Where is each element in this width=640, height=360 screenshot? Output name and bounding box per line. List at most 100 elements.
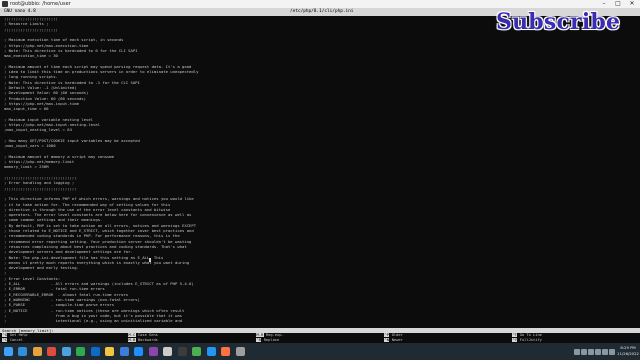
editor-line: ; it to take action for. The recommended… xyxy=(4,202,171,207)
terminal-icon xyxy=(2,1,8,7)
editor-line: ;max_input_vars = 1000 xyxy=(4,144,56,149)
shortcut-item[interactable]: ^R Replace xyxy=(256,338,279,342)
editor-line: ; Default Value: -1 (Unlimited) xyxy=(4,85,77,90)
shortcut-key: M-R xyxy=(256,333,264,337)
editor-line: ; E_NOTICE - run-time notices (these are… xyxy=(4,308,185,313)
editor-line: ; E_WARNING - run-time warnings (non-fat… xyxy=(4,297,140,302)
system-tray-icon[interactable] xyxy=(602,349,608,355)
editor-text-area[interactable]: ;;;;;;;;;;;;;;;;;;;;;;;; Resource Limits… xyxy=(0,17,640,328)
shortcut-key: ^P xyxy=(384,333,390,337)
taskbar-app-icon[interactable] xyxy=(18,347,27,356)
window-title-bar: root@ubbio: /home/user – □ ✕ xyxy=(0,0,640,8)
editor-line: ;;;;;;;;;;;;;;;;;;;;;;;;;;;;;;; xyxy=(4,186,77,191)
editor-line: ;;;;;;;;;;;;;;;;;;;;;;;;;;;;;;; xyxy=(4,176,77,180)
minimize-button[interactable]: – xyxy=(598,0,610,8)
maximize-button[interactable]: □ xyxy=(612,0,624,8)
open-file-name: /etc/php/8.1/cli/php.ini xyxy=(290,9,354,14)
editor-line: ; Maximum amount of memory a script may … xyxy=(4,154,115,159)
editor-line: ; Note: This directive is hardcoded to 0… xyxy=(4,48,138,53)
editor-line: ; xyxy=(4,271,7,276)
system-tray-icon[interactable] xyxy=(609,349,615,355)
taskbar-app-icon[interactable] xyxy=(76,347,85,356)
taskbar-app-icon[interactable] xyxy=(148,347,158,356)
shortcut-key: ^Y xyxy=(512,338,518,342)
system-tray-icon[interactable] xyxy=(588,349,594,355)
shortcut-label: Backwards xyxy=(137,338,158,342)
editor-line: ; https://php.net/max-input-time xyxy=(4,101,79,106)
editor-line: ; development servers and development se… xyxy=(4,250,133,255)
nano-version: GNU nano 4.8 xyxy=(4,9,36,14)
editor-line: ; https://php.net/memory-limit xyxy=(4,160,75,165)
shortcut-key: ^C xyxy=(2,338,8,342)
taskbar-app-icon[interactable] xyxy=(61,347,71,356)
taskbar-app-icon[interactable] xyxy=(134,347,143,356)
system-tray-icon[interactable] xyxy=(574,349,580,355)
taskbar-app-icon[interactable] xyxy=(221,347,230,356)
editor-line: ; some common settings and their meaning… xyxy=(4,218,103,223)
taskbar-app-icon[interactable] xyxy=(206,347,216,356)
taskbar-app-icon[interactable] xyxy=(177,347,187,356)
editor-line: ; https://php.net/max-input-nesting-leve… xyxy=(4,123,101,127)
shortcut-label: FullJstify xyxy=(519,338,542,342)
shortcut-label: Older xyxy=(391,333,403,337)
editor-line: ; Maximum execution time of each script,… xyxy=(4,38,124,43)
taskbar-app-icon[interactable] xyxy=(235,347,245,356)
shortcut-item[interactable]: ^N Newer xyxy=(384,338,403,342)
system-tray-icon[interactable] xyxy=(595,349,601,355)
editor-line: ; By default, PHP is set to take action … xyxy=(4,223,197,228)
editor-line: ; recommended coding standards in PHP. F… xyxy=(4,234,180,239)
editor-line: ; Note: This directive is hardcoded to -… xyxy=(4,80,140,85)
editor-line: ; means it pretty much reports everythin… xyxy=(4,260,190,265)
editor-line: ; E_ERROR - fatal run-time errors xyxy=(4,287,105,292)
editor-line: memory_limit = 256M xyxy=(4,165,49,170)
shortcut-item[interactable]: ^C Cancel xyxy=(2,338,23,342)
shortcut-item[interactable]: M-C Case Sens xyxy=(128,333,158,337)
shortcut-item[interactable]: M-B Backwards xyxy=(128,338,158,342)
shortcut-label: Replace xyxy=(263,338,280,342)
editor-line: ; development and early testing. xyxy=(4,266,79,271)
shortcut-item[interactable]: M-R Reg.exp. xyxy=(256,333,284,337)
editor-line: ; resources complaining about best pract… xyxy=(4,244,187,249)
editor-line: ; E_RECOVERABLE_ERROR - almost fatal run… xyxy=(4,292,129,297)
shortcut-list: ^G Get Help ^C Cancel M-C Case Sens M-B Bac… xyxy=(0,333,640,343)
taskbar-clock[interactable]: 8:29 PM 11/26/2022 xyxy=(617,345,639,357)
taskbar-app-icon[interactable] xyxy=(119,347,129,356)
editor-line: max_execution_time = 30 xyxy=(4,54,58,59)
editor-line: ; Maximum amount of time each script may… xyxy=(4,64,192,69)
system-tray-icon[interactable] xyxy=(581,349,587,355)
shortcut-key: ^N xyxy=(384,338,390,342)
shortcut-item[interactable]: ^P Older xyxy=(384,333,403,337)
taskbar-app-icon[interactable] xyxy=(192,347,201,356)
shortcut-key: M-C xyxy=(128,333,136,337)
editor-line: ; Maximum input variable nesting level xyxy=(4,117,94,122)
editor-line: ; Note: The php.ini-development file has… xyxy=(4,255,164,260)
editor-line: ; How many GET/POST/COOKIE input variabl… xyxy=(4,138,140,143)
shortcut-label: Go To Line xyxy=(519,333,542,337)
taskbar: 8:29 PM 11/26/2022 xyxy=(0,343,640,360)
text-cursor xyxy=(149,257,151,262)
windows-start-icon[interactable] xyxy=(4,347,13,356)
editor-line: ; from a bug in your code, but it's poss… xyxy=(4,313,183,318)
shortcut-label: Case Sens xyxy=(137,333,158,337)
taskbar-app-icon[interactable] xyxy=(105,347,114,356)
shortcut-key: ^G xyxy=(2,333,8,337)
shortcut-item[interactable]: ^T Go To Line xyxy=(512,333,542,337)
shortcut-key: ^R xyxy=(256,338,262,342)
editor-line: ; recommend error reporting setting. You… xyxy=(4,239,192,244)
taskbar-app-icon[interactable] xyxy=(32,347,42,356)
taskbar-app-icon[interactable] xyxy=(47,347,56,356)
shortcut-label: Get Help xyxy=(9,333,28,337)
editor-line: max_input_time = 60 xyxy=(4,107,49,112)
editor-line: ; operators. The error level constants a… xyxy=(4,213,192,218)
close-button[interactable]: ✕ xyxy=(626,0,638,8)
shortcut-item[interactable]: ^Y FullJstify xyxy=(512,338,542,342)
shortcut-key: M-B xyxy=(128,338,136,342)
taskbar-app-icon[interactable] xyxy=(163,347,172,356)
window-title: root@ubbio: /home/user xyxy=(10,1,71,7)
shortcut-item[interactable]: ^G Get Help xyxy=(2,333,27,337)
subscribe-watermark: Subscribe xyxy=(496,9,621,35)
shortcut-label: Cancel xyxy=(9,338,24,342)
taskbar-app-icon[interactable] xyxy=(90,347,100,356)
